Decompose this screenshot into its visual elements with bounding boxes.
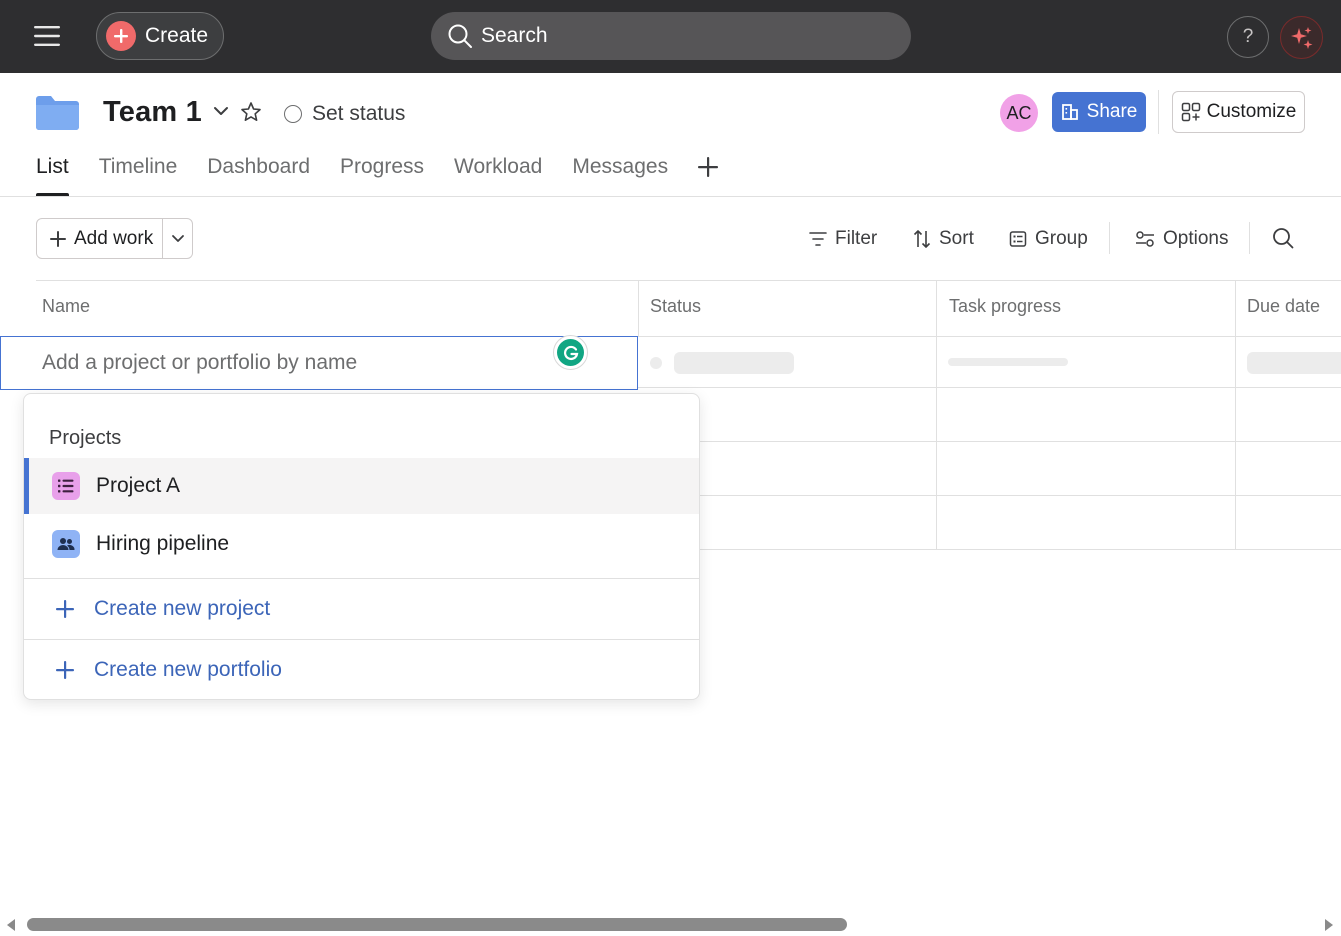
row-divider bbox=[700, 549, 1341, 550]
column-header-task-progress[interactable]: Task progress bbox=[949, 296, 1061, 317]
toolbar-divider bbox=[1109, 222, 1110, 254]
tab-dashboard[interactable]: Dashboard bbox=[207, 150, 310, 196]
add-work-button[interactable]: Add work bbox=[37, 219, 163, 258]
project-search-dropdown: Projects Project A Hiring pipeline Creat… bbox=[23, 393, 700, 700]
row-divider bbox=[700, 441, 1341, 442]
top-bar: Create Search ? bbox=[0, 0, 1341, 73]
dropdown-divider bbox=[24, 578, 699, 579]
due-date-skeleton bbox=[1247, 352, 1341, 374]
share-button[interactable]: Share bbox=[1052, 92, 1146, 132]
group-button[interactable]: Group bbox=[1009, 226, 1088, 252]
plus-icon bbox=[24, 600, 74, 618]
ai-sparkle-button[interactable] bbox=[1280, 16, 1323, 59]
search-bar[interactable]: Search bbox=[431, 12, 911, 60]
filter-icon bbox=[809, 231, 835, 247]
sort-label: Sort bbox=[939, 228, 974, 249]
dropdown-item-hiring-pipeline[interactable]: Hiring pipeline bbox=[24, 516, 699, 572]
column-divider bbox=[638, 281, 639, 337]
scroll-left-arrow-icon[interactable] bbox=[5, 918, 17, 932]
sort-button[interactable]: Sort bbox=[913, 226, 974, 252]
horizontal-scrollbar-thumb[interactable] bbox=[27, 918, 847, 931]
group-icon bbox=[1009, 230, 1035, 248]
status-skeleton-dot bbox=[650, 357, 662, 369]
add-work-label: Add work bbox=[74, 227, 154, 249]
progress-skeleton bbox=[948, 358, 1068, 366]
sort-icon bbox=[913, 229, 939, 249]
dropdown-section-header: Projects bbox=[49, 427, 122, 449]
search-label: Search bbox=[481, 24, 548, 47]
create-new-project-button[interactable]: Create new project bbox=[24, 580, 699, 638]
chevron-down-icon bbox=[171, 234, 185, 244]
filter-label: Filter bbox=[835, 228, 878, 249]
project-title: Team 1 bbox=[103, 96, 202, 128]
add-work-split-button: Add work bbox=[36, 218, 193, 259]
grammarly-icon[interactable] bbox=[553, 335, 588, 370]
help-button[interactable]: ? bbox=[1227, 16, 1269, 58]
list-icon bbox=[52, 472, 80, 500]
avatar[interactable]: AC bbox=[1000, 94, 1038, 132]
grammarly-g-icon bbox=[557, 339, 584, 366]
dropdown-item-label: Hiring pipeline bbox=[96, 532, 230, 555]
tab-list[interactable]: List bbox=[36, 150, 69, 196]
plus-icon bbox=[37, 230, 66, 247]
folder-icon bbox=[36, 96, 79, 130]
column-divider bbox=[1235, 281, 1236, 550]
filter-button[interactable]: Filter bbox=[809, 226, 877, 252]
header-divider bbox=[1158, 90, 1159, 134]
column-header-status[interactable]: Status bbox=[650, 296, 701, 317]
chevron-down-icon[interactable] bbox=[212, 104, 230, 118]
project-name-input[interactable] bbox=[42, 351, 522, 375]
tab-progress[interactable]: Progress bbox=[340, 150, 424, 196]
options-button[interactable]: Options bbox=[1135, 226, 1228, 252]
share-label: Share bbox=[1086, 101, 1138, 122]
toolbar-divider bbox=[1249, 222, 1250, 254]
dropdown-item-project-a[interactable]: Project A bbox=[24, 458, 699, 514]
customize-button[interactable]: Customize bbox=[1172, 91, 1305, 133]
status-circle-icon bbox=[284, 105, 302, 123]
tab-messages[interactable]: Messages bbox=[572, 150, 668, 196]
column-header-due-date[interactable]: Due date bbox=[1247, 296, 1320, 317]
group-label: Group bbox=[1035, 228, 1088, 249]
set-status-button[interactable]: Set status bbox=[284, 100, 405, 128]
sparkle-icon bbox=[1289, 25, 1315, 51]
create-new-portfolio-button[interactable]: Create new portfolio bbox=[24, 641, 699, 699]
building-icon bbox=[1061, 103, 1087, 121]
column-divider bbox=[936, 281, 937, 550]
search-icon bbox=[447, 23, 473, 49]
row-divider bbox=[700, 495, 1341, 496]
tabs-divider bbox=[0, 196, 1341, 197]
row-divider bbox=[638, 387, 1341, 388]
table-top-border bbox=[36, 280, 1341, 281]
tab-workload[interactable]: Workload bbox=[454, 150, 542, 196]
plus-icon bbox=[24, 661, 74, 679]
star-icon[interactable] bbox=[240, 101, 262, 123]
dropdown-divider bbox=[24, 639, 699, 640]
project-tabs: List Timeline Dashboard Progress Workloa… bbox=[36, 150, 698, 196]
dropdown-item-label: Project A bbox=[96, 474, 181, 497]
column-header-name[interactable]: Name bbox=[42, 296, 90, 317]
customize-grid-icon bbox=[1181, 102, 1207, 122]
options-icon bbox=[1135, 230, 1163, 248]
customize-label: Customize bbox=[1206, 101, 1297, 122]
search-icon[interactable] bbox=[1272, 227, 1294, 249]
people-icon bbox=[52, 530, 80, 558]
add-work-dropdown-button[interactable] bbox=[163, 219, 192, 258]
scroll-right-arrow-icon[interactable] bbox=[1323, 918, 1335, 932]
create-label: Create bbox=[145, 24, 209, 47]
add-tab-plus-icon[interactable] bbox=[697, 156, 719, 178]
project-name-input-row bbox=[0, 336, 638, 390]
set-status-label: Set status bbox=[312, 102, 406, 125]
options-label: Options bbox=[1163, 228, 1229, 249]
tab-timeline[interactable]: Timeline bbox=[99, 150, 178, 196]
plus-icon bbox=[106, 21, 136, 51]
create-new-project-label: Create new project bbox=[94, 597, 271, 620]
hamburger-menu-icon[interactable] bbox=[34, 24, 62, 48]
status-skeleton bbox=[674, 352, 794, 374]
create-button[interactable]: Create bbox=[96, 12, 224, 60]
create-new-portfolio-label: Create new portfolio bbox=[94, 658, 282, 681]
